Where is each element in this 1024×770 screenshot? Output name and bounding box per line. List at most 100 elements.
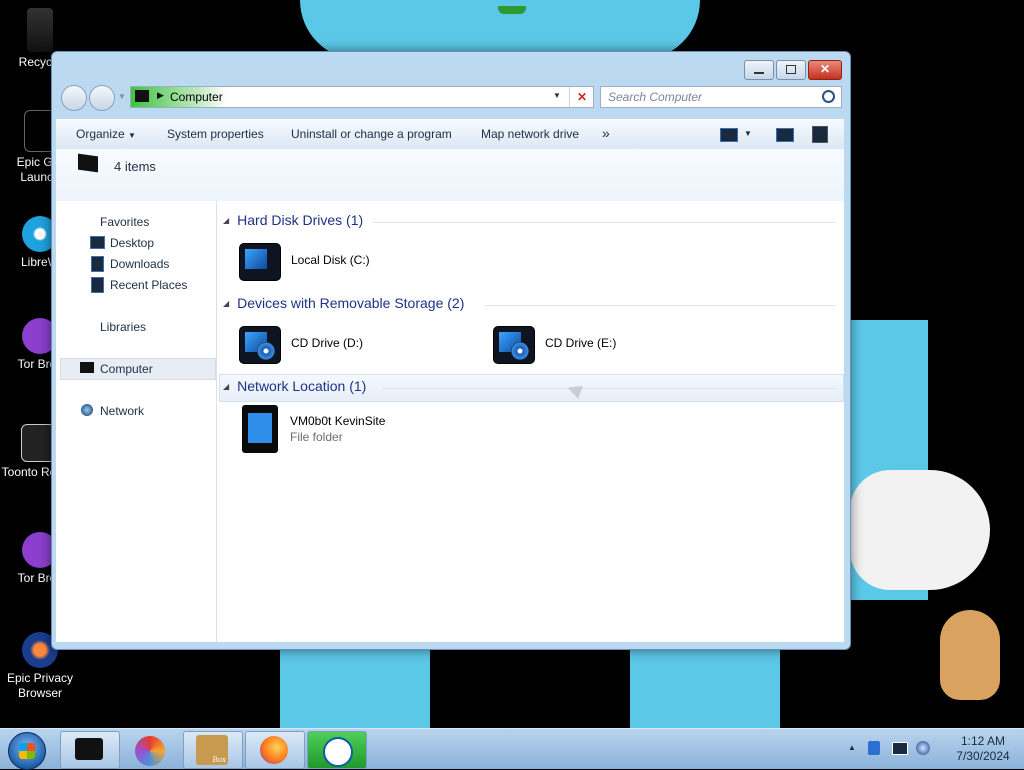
group-header-hard-disk[interactable]: ◢ Hard Disk Drives (1) <box>223 212 363 228</box>
drive-cd-e[interactable]: CD Drive (E:) <box>491 320 616 366</box>
group-title: Network Location (1) <box>237 378 367 394</box>
minimize-icon <box>754 72 764 74</box>
search-icon[interactable] <box>822 90 835 103</box>
map-network-drive-button[interactable]: Map network drive <box>481 127 579 141</box>
group-header-removable[interactable]: ◢ Devices with Removable Storage (2) <box>223 295 464 311</box>
nav-downloads[interactable]: Downloads <box>110 257 169 271</box>
command-bar: Organize ▼ System properties Uninstall o… <box>56 118 844 150</box>
collapse-icon: ◢ <box>223 381 230 391</box>
nav-desktop[interactable]: Desktop <box>110 236 154 250</box>
firefox-icon <box>260 736 288 764</box>
explorer-icon <box>75 738 103 760</box>
stop-icon[interactable]: ✕ <box>569 87 594 107</box>
wallpaper-glove <box>850 470 990 590</box>
network-tray-icon[interactable] <box>892 742 908 755</box>
group-header-network[interactable]: ◢ Network Location (1) <box>223 378 366 394</box>
start-button[interactable] <box>8 732 46 770</box>
wallpaper-mark <box>498 6 526 14</box>
group-title: Hard Disk Drives (1) <box>237 212 364 228</box>
minimize-button[interactable] <box>744 60 774 80</box>
taskbar-box-button[interactable]: Box <box>183 731 243 769</box>
maximize-button[interactable] <box>776 60 806 80</box>
recycle-bin-icon <box>27 8 53 52</box>
nav-network[interactable]: Network <box>100 404 144 418</box>
details-header: 4 items <box>56 149 844 201</box>
hard-drive-icon <box>237 237 283 283</box>
address-dropdown-icon[interactable]: ▼ <box>553 91 561 100</box>
group-divider <box>373 222 836 223</box>
group-divider <box>485 305 836 306</box>
collapse-icon: ◢ <box>223 298 230 308</box>
vpn-icon <box>323 737 353 767</box>
drive-label: Local Disk (C:) <box>291 253 370 267</box>
view-options-icon[interactable] <box>720 128 738 142</box>
maximize-icon <box>786 65 796 74</box>
item-count: 4 items <box>114 159 156 174</box>
desktop-icon-label: Epic Privacy Browser <box>6 671 74 700</box>
recent-pages-dropdown-icon[interactable]: ▼ <box>118 92 126 101</box>
taskbar-explorer-button[interactable] <box>60 731 120 769</box>
computer-nav-icon <box>80 362 94 373</box>
downloads-icon <box>91 256 104 272</box>
drive-cd-d[interactable]: CD Drive (D:) <box>237 320 363 366</box>
wallpaper-leg-left <box>280 648 430 728</box>
computer-icon <box>78 153 98 173</box>
epic-browser-icon <box>135 736 165 766</box>
hamster-icon <box>940 610 1000 700</box>
preview-pane-icon[interactable] <box>776 128 794 142</box>
nav-favorites[interactable]: Favorites <box>100 215 149 229</box>
collapse-icon: ◢ <box>223 215 230 225</box>
show-hidden-icons-button[interactable]: ▲ <box>848 743 856 752</box>
close-button[interactable]: ✕ <box>808 60 842 80</box>
cd-drive-icon <box>237 320 283 366</box>
breadcrumb-arrow-icon[interactable]: ▶ <box>157 90 164 101</box>
nav-libraries[interactable]: Libraries <box>100 320 146 334</box>
clock-time: 1:12 AM <box>960 734 1006 748</box>
search-box[interactable]: Search Computer <box>600 86 842 108</box>
drive-local-disk-c[interactable]: Local Disk (C:) <box>237 237 370 283</box>
navigation-pane: Favorites Desktop Downloads Recent Place… <box>56 201 217 642</box>
nav-computer[interactable]: Computer <box>100 362 153 376</box>
file-list: ◢ Hard Disk Drives (1) Local Disk (C:) ◢ D… <box>217 201 844 642</box>
tray-app-icon[interactable] <box>868 741 880 755</box>
nav-recent-places[interactable]: Recent Places <box>110 278 187 292</box>
view-dropdown-icon[interactable]: ▼ <box>744 129 752 138</box>
group-divider <box>383 388 836 389</box>
desktop-icon <box>90 236 105 249</box>
drive-label: CD Drive (E:) <box>545 336 617 350</box>
box-app-icon: Box <box>196 735 228 765</box>
help-icon[interactable] <box>812 126 828 143</box>
network-location-vm0b0t[interactable]: VM0b0t KevinSite File folder <box>242 405 385 453</box>
wallpaper-leg-right <box>630 648 780 728</box>
windows-logo-icon <box>19 743 35 759</box>
volume-tray-icon[interactable] <box>916 741 930 755</box>
group-title: Devices with Removable Storage (2) <box>237 295 465 311</box>
clock[interactable]: 1:12 AM 7/30/2024 <box>948 734 1018 764</box>
forward-button[interactable] <box>89 85 115 111</box>
taskbar-vpn-button[interactable] <box>307 731 367 769</box>
breadcrumb-computer[interactable]: Computer <box>170 90 223 104</box>
uninstall-program-button[interactable]: Uninstall or change a program <box>291 127 452 141</box>
taskbar-firefox-button[interactable] <box>245 731 305 769</box>
close-icon: ✕ <box>819 62 831 76</box>
network-location-type: File folder <box>290 430 343 444</box>
search-placeholder: Search Computer <box>608 90 703 104</box>
address-bar[interactable]: ▶ Computer ▼ ✕ <box>130 86 594 108</box>
explorer-window[interactable]: ✕ ▼ ▶ Computer ▼ ✕ Search Computer Organ… <box>51 51 851 650</box>
chevron-down-icon: ▼ <box>128 131 136 140</box>
more-commands-button[interactable]: » <box>602 125 610 141</box>
network-icon <box>81 404 93 416</box>
back-button[interactable] <box>61 85 87 111</box>
organize-button[interactable]: Organize ▼ <box>76 127 136 141</box>
network-location-name: VM0b0t KevinSite <box>290 414 386 428</box>
box-app-label: Box <box>212 755 226 764</box>
clock-date: 7/30/2024 <box>956 749 1010 763</box>
taskbar: Box ▲ 1:12 AM 7/30/2024 <box>0 728 1024 770</box>
system-properties-button[interactable]: System properties <box>167 127 264 141</box>
cd-drive-icon <box>491 320 537 366</box>
computer-small-icon <box>135 90 149 102</box>
organize-label: Organize <box>76 127 125 141</box>
network-folder-icon <box>242 405 278 453</box>
taskbar-epic-browser-button[interactable] <box>120 731 180 769</box>
explorer-content: 4 items Favorites Desktop Downloads Rece… <box>56 149 844 642</box>
